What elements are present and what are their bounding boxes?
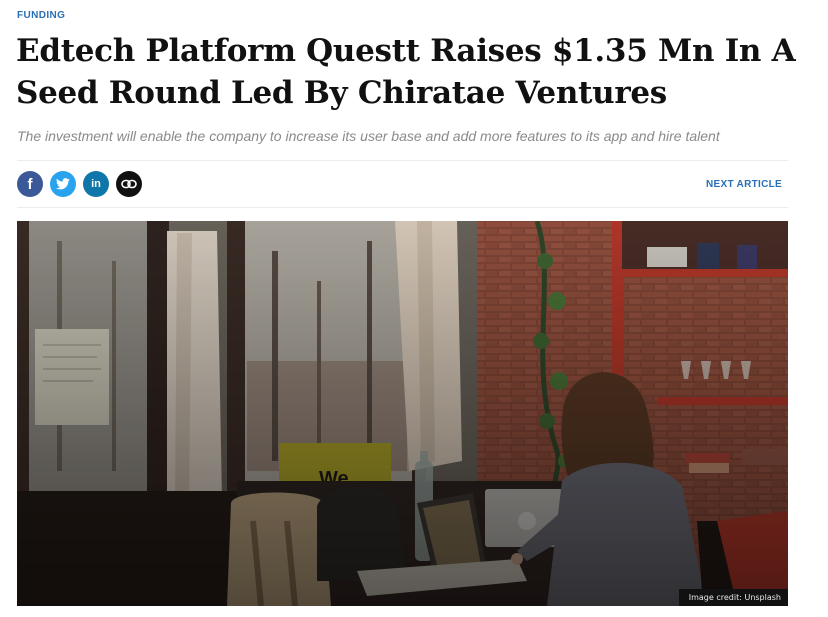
linkedin-share-button[interactable]: in — [83, 171, 109, 197]
next-article-link[interactable]: NEXT ARTICLE — [706, 179, 782, 190]
divider-top — [17, 160, 788, 161]
copy-link-button[interactable] — [116, 171, 142, 197]
link-icon — [121, 179, 137, 189]
image-credit: Image credit: Unsplash — [678, 589, 788, 606]
twitter-icon — [56, 178, 70, 190]
facebook-icon: f — [27, 175, 33, 193]
article-subtitle: The investment will enable the company t… — [17, 128, 720, 144]
twitter-share-button[interactable] — [50, 171, 76, 197]
hero-illustration: We — [17, 221, 788, 606]
hero-image: We Image credit: Unsplash — [17, 221, 788, 606]
facebook-share-button[interactable]: f — [17, 171, 43, 197]
linkedin-icon: in — [91, 178, 101, 190]
category-link[interactable]: FUNDING — [17, 10, 65, 21]
article-headline: Edtech Platform Questt Raises $1.35 Mn I… — [16, 33, 796, 111]
divider-bottom — [17, 207, 788, 208]
share-buttons: f in — [17, 171, 142, 197]
